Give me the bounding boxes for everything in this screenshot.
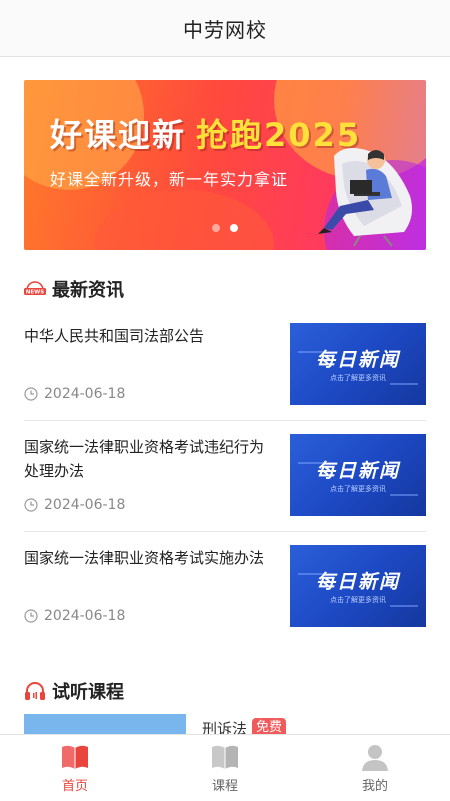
news-title[interactable]: 国家统一法律职业资格考试实施办法 [24, 546, 274, 570]
news-thumbnail[interactable]: 每日新闻 点击了解更多资讯 [290, 545, 426, 627]
news-date-text: 2024-06-18 [44, 497, 126, 513]
thumb-subtitle: 点击了解更多资讯 [330, 485, 386, 493]
news-thumbnail[interactable]: 每日新闻 点击了解更多资讯 [290, 323, 426, 405]
clock-icon [24, 498, 38, 512]
tab-label: 课程 [211, 779, 238, 794]
banner-headline-main: 好课迎新 [50, 116, 187, 154]
headphones-icon [25, 682, 45, 700]
thumb-decoration [390, 605, 418, 607]
thumb-title: 每日新闻 [315, 349, 400, 371]
clock-icon [24, 387, 38, 401]
tab-label: 我的 [361, 779, 388, 794]
course-section-title: 试听课程 [52, 682, 124, 703]
news-list: 中华人民共和国司法部公告 2024-06-18 每日新闻 点击了解更多资讯 国家… [24, 310, 426, 642]
book-icon [62, 745, 88, 769]
clock-icon [24, 609, 38, 623]
svg-text:NEWS: NEWS [26, 290, 44, 296]
thumb-decoration [390, 383, 418, 385]
open-book-icon [212, 745, 238, 769]
news-item[interactable]: 国家统一法律职业资格考试违纪行为处理办法 2024-06-18 每日新闻 点击了… [24, 421, 426, 532]
news-date-text: 2024-06-18 [44, 608, 126, 624]
news-title[interactable]: 中华人民共和国司法部公告 [24, 324, 274, 348]
carousel-dot[interactable] [212, 224, 220, 232]
page-title: 中劳网校 [183, 17, 267, 42]
thumb-subtitle: 点击了解更多资讯 [330, 374, 386, 382]
tab-profile[interactable]: 我的 [300, 735, 450, 801]
user-icon [362, 745, 388, 771]
app-header: 中劳网校 [0, 0, 450, 57]
banner-subtitle: 好课全新升级，新一年实力拿证 [50, 170, 289, 189]
news-icon: NEWS [24, 281, 46, 296]
news-item[interactable]: 国家统一法律职业资格考试实施办法 2024-06-18 每日新闻 点击了解更多资… [24, 532, 426, 642]
news-section-title: 最新资讯 [52, 280, 124, 301]
news-title[interactable]: 国家统一法律职业资格考试违纪行为处理办法 [24, 435, 274, 483]
news-thumbnail[interactable]: 每日新闻 点击了解更多资讯 [290, 434, 426, 516]
thumb-subtitle: 点击了解更多资讯 [330, 596, 386, 604]
news-date: 2024-06-18 [24, 386, 125, 402]
news-date: 2024-06-18 [24, 497, 125, 513]
promo-banner[interactable]: 好课迎新 抢跑2025 好课全新升级，新一年实力拿证 [24, 80, 426, 250]
news-item[interactable]: 中华人民共和国司法部公告 2024-06-18 每日新闻 点击了解更多资讯 [24, 310, 426, 421]
news-date: 2024-06-18 [24, 608, 125, 624]
tab-home[interactable]: 首页 [0, 735, 150, 801]
bottom-tab-bar: 首页 课程 我的 [0, 734, 450, 801]
carousel-dot-active[interactable] [230, 224, 238, 232]
tab-courses[interactable]: 课程 [150, 735, 300, 801]
thumb-title: 每日新闻 [315, 571, 400, 593]
tab-label: 首页 [61, 779, 88, 794]
course-section-header: 试听课程 [24, 678, 124, 704]
news-date-text: 2024-06-18 [44, 386, 126, 402]
person-laptop-illustration [318, 148, 412, 247]
thumb-decoration [390, 494, 418, 496]
thumb-title: 每日新闻 [315, 460, 400, 482]
news-section-header: NEWS 最新资讯 [24, 276, 124, 302]
banner-decoration [94, 190, 274, 250]
carousel-dots[interactable] [212, 224, 238, 232]
